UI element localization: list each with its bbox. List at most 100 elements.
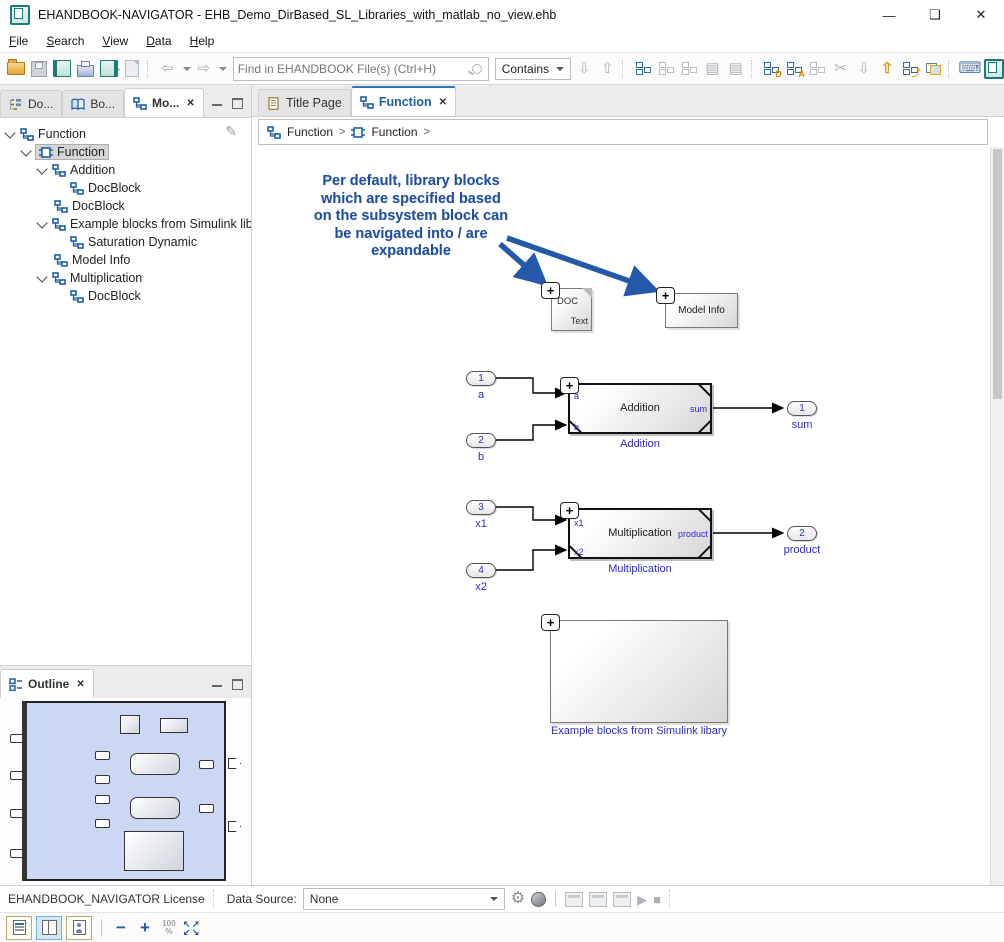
- show-annotations-button[interactable]: A: [784, 58, 804, 80]
- split-view-button[interactable]: [36, 916, 62, 940]
- show-list-button[interactable]: ▤: [702, 58, 722, 80]
- measurement-icon[interactable]: [565, 892, 583, 907]
- collapse-model-button[interactable]: [656, 58, 676, 80]
- search-next-button[interactable]: ⇩: [574, 58, 594, 80]
- expand-model-button[interactable]: [633, 58, 653, 80]
- chevron-down-icon[interactable]: [36, 217, 47, 228]
- model-info-block[interactable]: Model Info: [665, 293, 738, 328]
- tab-outline[interactable]: Outline ✕: [0, 669, 94, 698]
- tree-item[interactable]: DocBlock: [70, 287, 141, 305]
- single-page-view-button[interactable]: [6, 916, 32, 940]
- export-pdf-button[interactable]: [122, 58, 142, 80]
- show-data-button[interactable]: D: [761, 58, 781, 80]
- outport-sum[interactable]: 1: [787, 401, 817, 416]
- clear-list-button[interactable]: ▤: [726, 58, 746, 80]
- tab-function[interactable]: Function ✕: [351, 86, 456, 116]
- window-layout-button[interactable]: [923, 58, 943, 80]
- menu-help[interactable]: Help: [181, 32, 224, 50]
- close-icon[interactable]: ✕: [186, 98, 194, 109]
- outline-minimap[interactable]: [0, 698, 251, 886]
- addition-subsystem-block[interactable]: Addition a b sum: [568, 383, 712, 434]
- expand-badge[interactable]: +: [656, 287, 675, 304]
- expand-badge[interactable]: +: [560, 502, 579, 519]
- close-button[interactable]: ✕: [958, 0, 1004, 30]
- back-history-dropdown[interactable]: [183, 67, 191, 71]
- expand-badge[interactable]: +: [560, 377, 579, 394]
- tree-item[interactable]: DocBlock: [70, 179, 141, 197]
- minimap-viewport[interactable]: [22, 701, 226, 881]
- tab-books[interactable]: Bo...: [62, 90, 124, 117]
- menu-file[interactable]: File: [0, 32, 37, 50]
- expand-badge[interactable]: +: [541, 614, 560, 631]
- panel-maximize-button[interactable]: [232, 98, 243, 109]
- menu-data[interactable]: Data: [137, 32, 180, 50]
- close-icon[interactable]: ✕: [439, 97, 447, 108]
- tree-item[interactable]: Function: [6, 125, 86, 143]
- panel-minimize-button[interactable]: [212, 679, 222, 687]
- tree-item[interactable]: Model Info: [54, 251, 130, 269]
- breadcrumb-item-function[interactable]: Function: [287, 125, 333, 139]
- tree-item[interactable]: Addition: [38, 161, 115, 179]
- tree-item[interactable]: Saturation Dynamic: [70, 233, 197, 251]
- contains-dropdown[interactable]: Contains: [495, 58, 571, 80]
- fit-to-screen-button[interactable]: ↖↗ ↙↘: [183, 920, 201, 936]
- tree-item[interactable]: DocBlock: [54, 197, 125, 215]
- export-ehb-button[interactable]: [99, 58, 119, 80]
- panel-maximize-button[interactable]: [232, 679, 243, 690]
- minimize-button[interactable]: —: [866, 0, 912, 30]
- zoom-out-button[interactable]: −: [111, 918, 131, 938]
- play-icon[interactable]: ▶: [637, 893, 647, 906]
- tree-item[interactable]: Example blocks from Simulink lib: [38, 215, 251, 233]
- gear-icon[interactable]: ⚙: [511, 891, 525, 907]
- tree-item[interactable]: Multiplication: [38, 269, 142, 287]
- hide-elements-button[interactable]: [808, 58, 828, 80]
- tab-documents[interactable]: Do...: [0, 90, 62, 117]
- reader-view-button[interactable]: [66, 916, 92, 940]
- inport-2[interactable]: 2: [466, 433, 496, 448]
- edit-pencil-icon[interactable]: ✎: [225, 123, 237, 140]
- stop-icon[interactable]: ■: [653, 893, 661, 906]
- measurement-config-icon[interactable]: [613, 892, 631, 907]
- search-previous-button[interactable]: ⇧: [597, 58, 617, 80]
- save-button[interactable]: [29, 58, 49, 80]
- example-blocks-block[interactable]: [550, 620, 728, 723]
- open-library-button[interactable]: [52, 58, 72, 80]
- data-source-dropdown[interactable]: None: [303, 888, 505, 910]
- promote-button[interactable]: ⇧: [877, 58, 897, 80]
- chevron-down-icon[interactable]: [36, 271, 47, 282]
- forward-history-dropdown[interactable]: [219, 67, 227, 71]
- inport-3[interactable]: 3: [466, 500, 496, 515]
- cut-view-button[interactable]: ✂: [831, 58, 851, 80]
- model-canvas[interactable]: Per default, library blocks which are sp…: [252, 147, 990, 885]
- navigate-forward-button[interactable]: ⇨: [194, 58, 214, 80]
- navigate-back-button[interactable]: ⇦: [157, 58, 177, 80]
- canvas-vertical-scrollbar[interactable]: [990, 147, 1004, 885]
- reload-model-button[interactable]: [679, 58, 699, 80]
- measurement-remove-icon[interactable]: [589, 892, 607, 907]
- go-up-model-button[interactable]: ⤴: [900, 58, 920, 80]
- zoom-in-button[interactable]: +: [135, 918, 155, 938]
- chevron-down-icon[interactable]: [36, 163, 47, 174]
- keyboard-shortcuts-button[interactable]: ⌨: [959, 58, 981, 80]
- tab-title-page[interactable]: Title Page: [258, 89, 351, 116]
- search-input[interactable]: [234, 60, 470, 78]
- inport-1[interactable]: 1: [466, 371, 496, 386]
- expand-badge[interactable]: +: [541, 282, 560, 299]
- close-icon[interactable]: ✕: [76, 679, 84, 690]
- breadcrumb-item-subsystem[interactable]: Function: [371, 125, 417, 139]
- tab-model[interactable]: Mo... ✕: [124, 88, 204, 117]
- panel-minimize-button[interactable]: [212, 98, 222, 106]
- outport-product[interactable]: 2: [787, 526, 817, 541]
- menu-view[interactable]: View: [93, 32, 137, 50]
- tree-item-selected[interactable]: Function: [22, 143, 108, 161]
- zoom-level[interactable]: 100 %: [159, 920, 179, 936]
- data-sphere-icon[interactable]: [531, 892, 546, 907]
- chevron-down-icon[interactable]: [20, 145, 31, 156]
- scrollbar-thumb[interactable]: [993, 149, 1002, 399]
- inport-4[interactable]: 4: [466, 563, 496, 578]
- menu-search[interactable]: Search: [37, 32, 93, 50]
- multiplication-subsystem-block[interactable]: Multiplication x1 x2 product: [568, 508, 712, 559]
- import-button[interactable]: ⇩: [854, 58, 874, 80]
- chevron-down-icon[interactable]: [4, 127, 15, 138]
- maximize-button[interactable]: ❑: [912, 0, 958, 30]
